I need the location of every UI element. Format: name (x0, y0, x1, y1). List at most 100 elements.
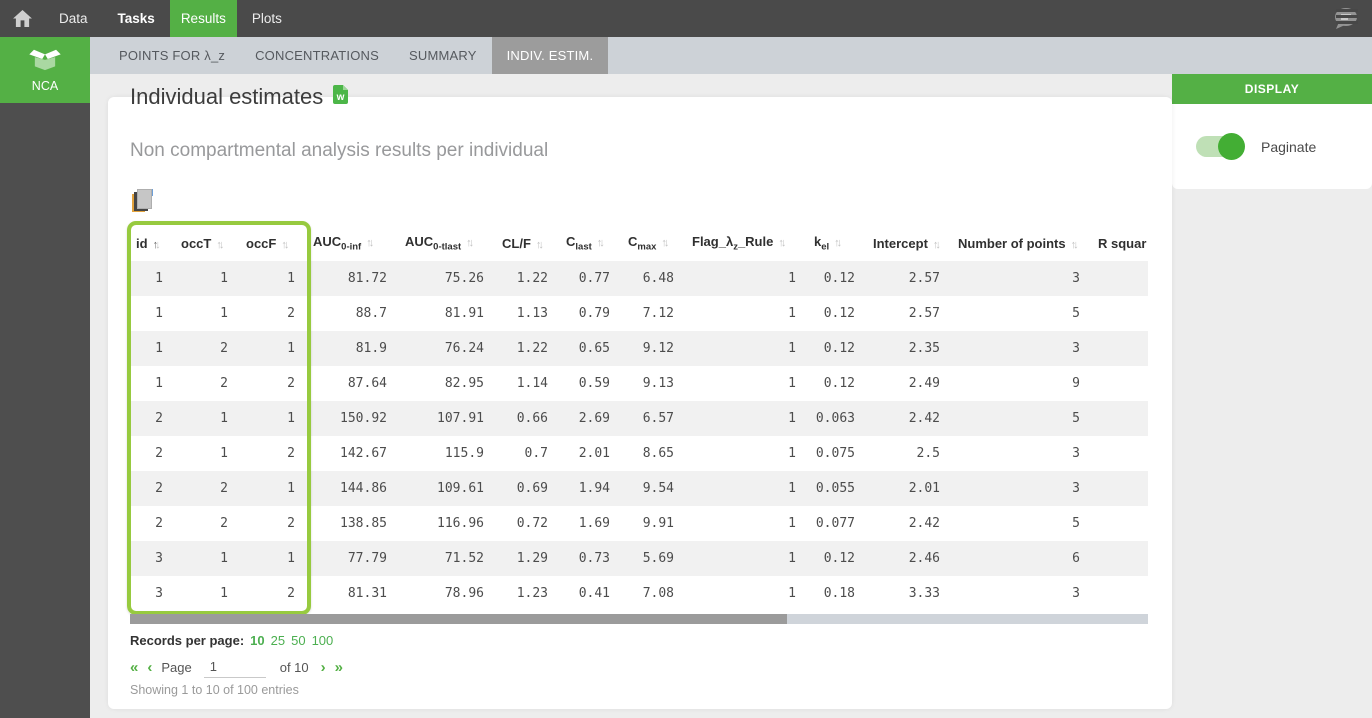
table-cell: 0.12 (808, 541, 867, 576)
table-cell: 0.72 (516, 516, 548, 531)
page-title-row: Individual estimates w (130, 84, 349, 110)
table-cell: 1 (788, 376, 796, 391)
table-cell: 1 (686, 331, 808, 366)
open-box-icon (28, 47, 62, 76)
first-page-button[interactable]: « (130, 659, 138, 676)
next-page-button[interactable]: › (321, 659, 326, 676)
table-cell: 1 (240, 401, 307, 436)
column-header-number-of-points[interactable]: Number of points ↑↓ (952, 225, 1092, 261)
table-cell: 2.01 (867, 471, 952, 506)
column-header-cmax[interactable]: Cmax ↑↓ (622, 225, 686, 261)
table-cell: 0.79 (578, 306, 610, 321)
table-cell: 81.91 (444, 306, 484, 321)
page-number-input[interactable] (203, 656, 266, 678)
column-header-clast[interactable]: Clast ↑↓ (560, 225, 622, 261)
tab-points-for-z[interactable]: POINTS FOR λ_z (104, 37, 240, 74)
paginate-toggle[interactable] (1196, 133, 1245, 160)
left-sidebar: NCA (0, 37, 90, 718)
nav-item-results[interactable]: Results (169, 0, 237, 37)
table-cell: 0.41 (578, 586, 610, 601)
column-header-flag-z-rule[interactable]: Flag_λz_Rule ↑↓ (686, 225, 808, 261)
column-header-auc0-tlast[interactable]: AUC0-tlast ↑↓ (399, 225, 496, 261)
table-cell: 1 (686, 401, 808, 436)
nav-item-tasks[interactable]: Tasks (103, 0, 170, 37)
sort-icon: ↑↓ (932, 238, 941, 251)
table-cell: 2.69 (560, 401, 622, 436)
tab-summary[interactable]: SUMMARY (394, 37, 492, 74)
table-cell: 9.13 (642, 376, 674, 391)
table-cell: 9.54 (622, 471, 686, 506)
table-cell: 7.12 (642, 306, 674, 321)
word-export-icon[interactable]: w (333, 84, 349, 110)
table-cell: 0.12 (823, 376, 855, 391)
table-cell: 2.46 (867, 541, 952, 576)
column-header-intercept[interactable]: Intercept ↑↓ (867, 225, 952, 261)
sort-icon: ↑↓ (466, 236, 474, 249)
scrollbar-thumb[interactable] (130, 614, 787, 624)
column-header-occf[interactable]: occF ↑↓ (240, 225, 307, 261)
results-table: id ↑↓ occT ↑↓ occF ↑↓ AUC0-inf ↑↓ AUC0-tlast ↑↓ CL… (130, 225, 1148, 611)
table-cell: 2 (130, 401, 175, 436)
display-panel-title: DISPLAY (1172, 74, 1372, 104)
sidebar-item-nca[interactable]: NCA (0, 37, 90, 103)
table-cell: 5 (1072, 306, 1080, 321)
last-page-button[interactable]: » (335, 659, 343, 676)
table-row: 3 1 2 81.31 78.96 1.23 0.41 7.08 1 0.18 3.33 3 (130, 576, 1148, 611)
horizontal-scrollbar[interactable] (130, 614, 1148, 624)
nav-item-plots[interactable]: Plots (237, 0, 297, 37)
paginate-toggle-label: Paginate (1261, 138, 1317, 155)
tab-concentrations[interactable]: CONCENTRATIONS (240, 37, 394, 74)
table-cell: 3 (1072, 586, 1080, 601)
table-cell: 2 (155, 446, 163, 461)
results-tabbar: POINTS FOR λ_z CONCENTRATIONS SUMMARY INDIV… (90, 37, 1372, 74)
table-cell: 76.24 (399, 331, 496, 366)
records-option-10[interactable]: 10 (250, 633, 264, 648)
table-cell: 2 (287, 446, 295, 461)
table-cell: 3 (952, 471, 1092, 506)
table-cell: 1.29 (496, 541, 560, 576)
table-cell: 3 (130, 541, 175, 576)
table-cell: 150.92 (307, 401, 399, 436)
table-cell: 2 (220, 376, 228, 391)
table-cell: 142.67 (340, 446, 387, 461)
page-title: Individual estimates (130, 84, 324, 109)
column-header-id[interactable]: id ↑↓ (130, 225, 175, 261)
column-header-occt[interactable]: occT ↑↓ (175, 225, 240, 261)
table-row: 2 2 2 138.85 116.96 0.72 1.69 9.91 1 0.077 2.42 5 (130, 506, 1148, 541)
table-cell: 1 (220, 306, 228, 321)
table-cell: 2.57 (867, 261, 952, 296)
table-cell: 5 (1072, 516, 1080, 531)
table-cell: 88.7 (355, 306, 387, 321)
top-navbar: Data Tasks Results Plots (0, 0, 1372, 37)
table-cell (1092, 471, 1148, 506)
table-cell: 1 (788, 516, 796, 531)
tab-indiv-estim[interactable]: INDIV. ESTIM. (491, 37, 609, 74)
table-cell: 5 (952, 401, 1092, 436)
table-cell: 0.12 (808, 331, 867, 366)
records-option-50[interactable]: 50 (291, 633, 305, 648)
table-row: 2 1 1 150.92 107.91 0.66 2.69 6.57 1 0.063 2.42 5 (130, 401, 1148, 436)
page-count-label: of 10 (279, 659, 309, 675)
records-option-100[interactable]: 100 (312, 633, 334, 648)
nav-item-data[interactable]: Data (44, 0, 103, 37)
prev-page-button[interactable]: ‹ (147, 659, 152, 676)
table-cell: 0.59 (578, 376, 610, 391)
copy-table-icon[interactable] (132, 189, 156, 213)
column-header-cl-f[interactable]: CL/F ↑↓ (496, 225, 560, 261)
column-header-r-squar[interactable]: R squar (1092, 225, 1148, 261)
table-cell: 2 (287, 586, 295, 601)
records-option-25[interactable]: 25 (271, 633, 285, 648)
table-cell: 9 (1072, 376, 1080, 391)
table-cell: 1 (788, 306, 796, 321)
table-cell: 2 (220, 516, 228, 531)
table-cell: 1 (240, 541, 307, 576)
sort-icon: ↑↓ (366, 236, 374, 249)
table-cell: 82.95 (444, 376, 484, 391)
table-cell (1092, 541, 1148, 576)
column-header-kel[interactable]: kel ↑↓ (808, 225, 867, 261)
home-icon[interactable] (0, 0, 44, 37)
table-cell: 87.64 (347, 376, 387, 391)
menu-icon[interactable] (1336, 9, 1358, 27)
table-cell (1092, 296, 1148, 331)
column-header-auc0-inf[interactable]: AUC0-inf ↑↓ (307, 225, 399, 261)
